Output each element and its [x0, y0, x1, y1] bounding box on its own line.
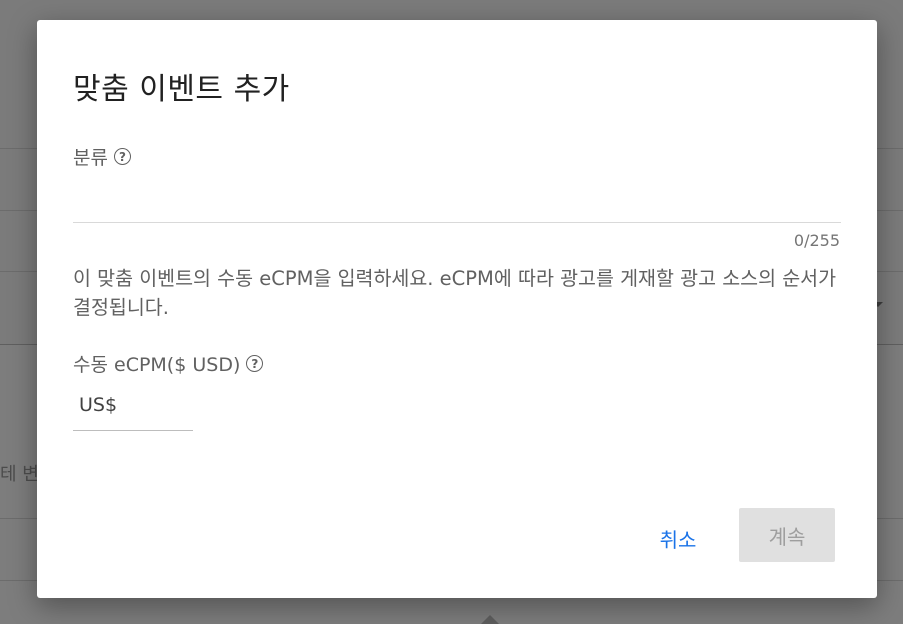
cancel-button[interactable]: 취소 — [645, 520, 711, 556]
ecpm-field[interactable]: US$ — [73, 392, 193, 431]
category-label-row: 분류 ? — [73, 143, 131, 170]
continue-button[interactable]: 계속 — [739, 508, 835, 562]
ecpm-input[interactable] — [119, 392, 189, 426]
help-circle-icon[interactable]: ? — [113, 148, 131, 165]
category-input[interactable] — [73, 190, 841, 223]
ecpm-description: 이 맞춤 이벤트의 수동 eCPM을 입력하세요. eCPM에 따라 광고를 게… — [73, 267, 837, 319]
add-custom-event-dialog: 맞춤 이벤트 추가 분류 ? 0/255 이 맞춤 이벤트의 수동 eCPM을 … — [37, 20, 877, 598]
help-circle-icon[interactable]: ? — [246, 355, 264, 372]
character-counter: 0/255 — [793, 231, 840, 250]
dialog-title: 맞춤 이벤트 추가 — [73, 72, 290, 107]
ecpm-label-row: 수동 eCPM($ USD) ? — [73, 350, 264, 377]
background-notch-icon — [481, 615, 499, 624]
background-partial-label: 테 변 — [0, 464, 39, 485]
category-label: 분류 — [73, 147, 108, 169]
currency-prefix: US$ — [79, 394, 118, 416]
ecpm-label: 수동 eCPM($ USD) — [73, 354, 241, 376]
